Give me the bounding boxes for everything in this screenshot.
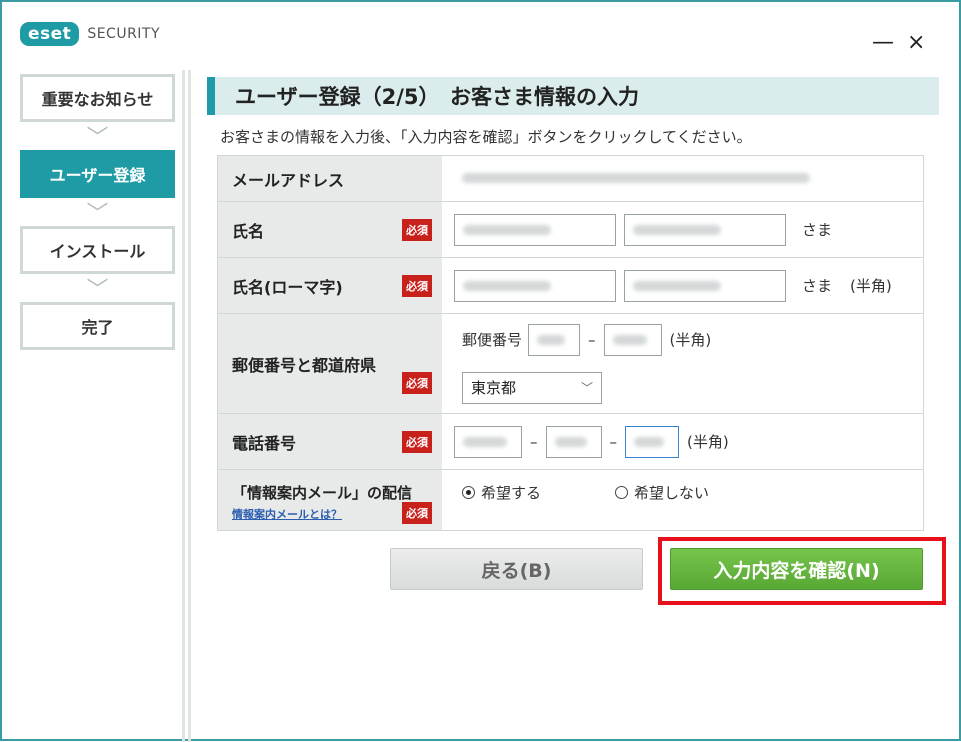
prefecture-select[interactable]: 東京都 ﹀ [462, 371, 602, 404]
minimize-button[interactable]: — [872, 30, 894, 55]
name-suffix: さま [802, 221, 833, 239]
half-width-note: (半角) [687, 433, 729, 451]
close-button[interactable]: × [907, 30, 925, 55]
chevron-down-icon: ﹀ [86, 202, 109, 227]
newsletter-label: 「情報案内メール」の配信 情報案内メールとは？ 必須 [218, 470, 442, 530]
step-user-registration: ユーザー登録 [20, 150, 175, 198]
name-roman-suffix: さま [802, 277, 833, 295]
eset-installer-window: eset SECURITY — × 重要なお知らせ ﹀ ユーザー登録 ﹀ インス… [0, 0, 961, 742]
half-width-note: (半角) [850, 277, 892, 295]
postal-label: 郵便番号と都道府県 必須 [218, 314, 442, 413]
chevron-down-icon: ﹀ [86, 126, 109, 151]
newsletter-value: 希望する 希望しない [442, 470, 923, 530]
sidebar-divider [188, 70, 191, 742]
postal-value: 郵便番号 – (半角) 東京都 ﹀ [442, 314, 923, 413]
required-badge: 必須 [402, 430, 432, 453]
dash-separator: – [530, 432, 538, 451]
phone-value: – – (半角) [442, 414, 923, 469]
required-badge: 必須 [402, 372, 432, 394]
name-label-text: 氏名 [232, 221, 265, 241]
phone-label-text: 電話番号 [232, 433, 297, 453]
phone-row: 電話番号 必須 – – (半角) [218, 414, 923, 470]
last-name-roman-field[interactable] [454, 269, 616, 302]
required-badge: 必須 [402, 274, 432, 297]
name-roman-value: さま (半角) [442, 258, 923, 313]
step-sidebar: 重要なお知らせ ﹀ ユーザー登録 ﹀ インストール ﹀ 完了 [20, 74, 175, 350]
email-row: メールアドレス [218, 156, 923, 202]
radio-checked-icon [462, 486, 475, 499]
eset-logo-text: SECURITY [87, 26, 161, 42]
radio-unchecked-icon [615, 486, 629, 499]
phone-label: 電話番号 必須 [218, 414, 442, 469]
required-badge: 必須 [402, 502, 432, 524]
dash-separator: – [588, 330, 596, 349]
step-complete: 完了 [20, 302, 175, 350]
email-display [454, 162, 824, 195]
postal-code-group: 郵便番号 – (半角) [462, 323, 712, 356]
half-width-note: (半角) [669, 331, 712, 349]
name-roman-label-text: 氏名(ローマ字) [232, 277, 343, 297]
step-install: インストール [20, 226, 175, 274]
eset-logo: eset SECURITY [20, 22, 160, 46]
instruction-text: お客さまの情報を入力後、「入力内容を確認」ボタンをクリックしてください。 [220, 128, 752, 146]
registration-form: メールアドレス 氏名 必須 さま 氏名(ローマ字) 必須 さま (半角) 郵便番… [217, 155, 924, 531]
sidebar-divider [182, 70, 185, 742]
newsletter-radio-no[interactable]: 希望しない [615, 482, 709, 503]
postal-code-second-field[interactable] [603, 323, 662, 356]
phone-second-field[interactable] [545, 425, 602, 458]
dash-separator: – [609, 432, 618, 451]
phone-third-field[interactable] [625, 425, 679, 458]
newsletter-help-link[interactable]: 情報案内メールとは？ [232, 506, 342, 522]
name-label: 氏名 必須 [218, 202, 442, 257]
newsletter-label-text: 「情報案内メール」の配信 [232, 484, 413, 502]
step-important-notice: 重要なお知らせ [20, 74, 175, 122]
highlight-box [658, 537, 946, 605]
newsletter-row: 「情報案内メール」の配信 情報案内メールとは？ 必須 希望する 希望しない [218, 470, 923, 530]
newsletter-radio-yes[interactable]: 希望する [462, 482, 541, 503]
phone-first-field[interactable] [454, 425, 522, 458]
name-roman-row: 氏名(ローマ字) 必須 さま (半角) [218, 258, 923, 314]
email-label-text: メールアドレス [232, 170, 345, 190]
last-name-field[interactable] [454, 213, 616, 246]
page-title: ユーザー登録（2/5） お客さま情報の入力 [207, 77, 939, 115]
postal-code-first-field[interactable] [528, 323, 581, 356]
back-button[interactable]: 戻る(B) [390, 548, 643, 590]
first-name-field[interactable] [624, 213, 786, 246]
email-label: メールアドレス [218, 156, 442, 201]
prefecture-value: 東京都 [471, 379, 517, 397]
name-value: さま [442, 202, 923, 257]
name-roman-label: 氏名(ローマ字) 必須 [218, 258, 442, 313]
first-name-roman-field[interactable] [624, 269, 786, 302]
chevron-down-icon: ﹀ [86, 278, 109, 303]
newsletter-option-yes: 希望する [481, 484, 542, 502]
name-row: 氏名 必須 さま [218, 202, 923, 258]
postal-row: 郵便番号と都道府県 必須 郵便番号 – (半角) 東京都 ﹀ [218, 314, 923, 414]
chevron-down-icon: ﹀ [580, 381, 593, 395]
eset-logo-mark: eset [20, 22, 80, 46]
postal-label-text: 郵便番号と都道府県 [232, 355, 377, 375]
email-value[interactable] [442, 156, 923, 201]
required-badge: 必須 [402, 218, 432, 241]
newsletter-option-no: 希望しない [634, 484, 710, 502]
postal-code-label: 郵便番号 [462, 331, 523, 349]
